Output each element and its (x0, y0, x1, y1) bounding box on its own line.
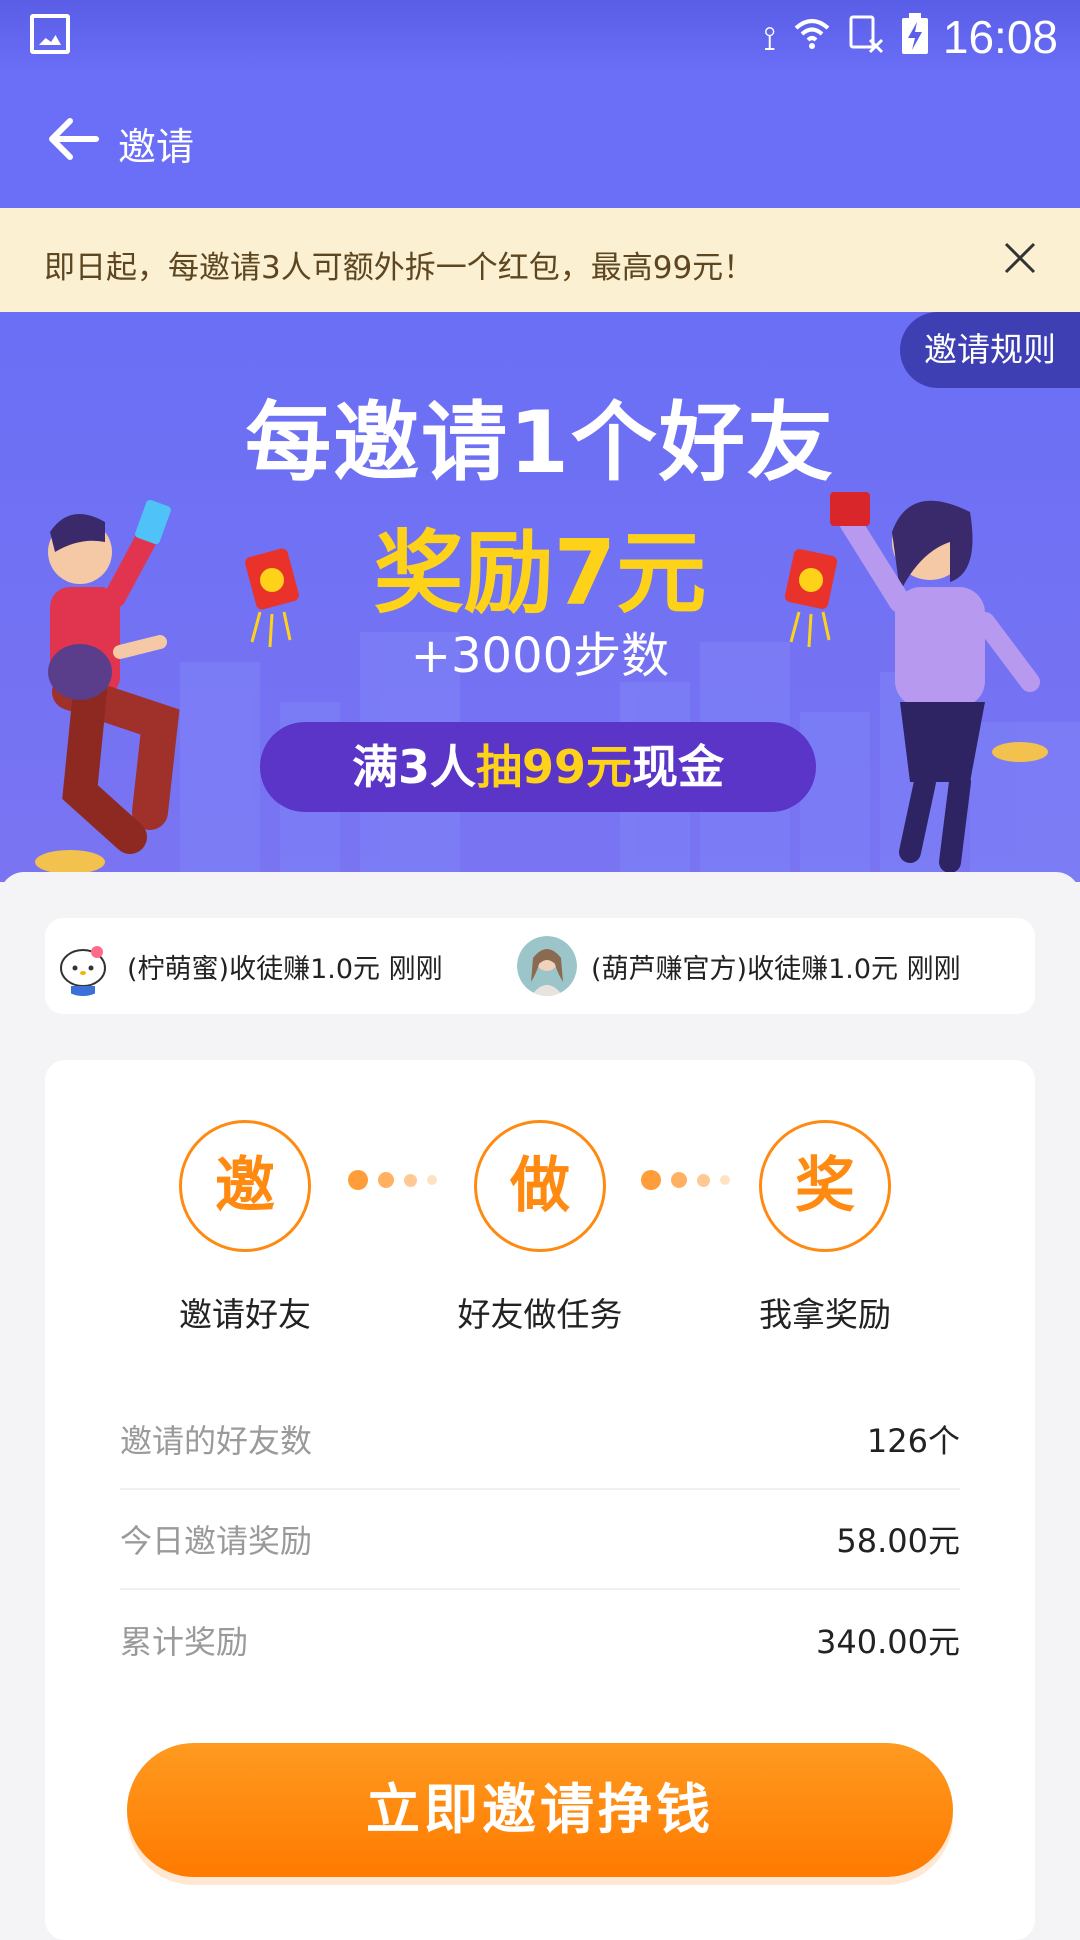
status-time: 16:08 (942, 11, 1058, 63)
step-task: 做 好友做任务 (400, 1120, 680, 1336)
wifi-icon (792, 14, 832, 63)
stat-row: 今日邀请奖励 58.00元 (120, 1490, 960, 1590)
step-reward: 奖 我拿奖励 (685, 1120, 965, 1336)
ticker-text: (葫芦赚官方)收徒赚1.0元 刚刚 (591, 953, 961, 985)
pill-prefix: 满3人 (351, 740, 476, 794)
ticker-text: (柠萌蜜)收徒赚1.0元 刚刚 (127, 953, 443, 985)
earnings-ticker: (柠萌蜜)收徒赚1.0元 刚刚 (葫芦赚官方)收徒赚1.0元 刚刚 (45, 918, 1035, 1014)
step-reward-label: 我拿奖励 (759, 1295, 891, 1334)
image-icon (30, 14, 70, 54)
notice-text: 即日起，每邀请3人可额外拆一个红包，最高99元！ (44, 250, 755, 286)
banner-headline: 每邀请1个好友 (245, 393, 835, 493)
status-bar: ⟟ 16:08 (0, 0, 1080, 70)
app-bar: 邀请 (0, 70, 1080, 208)
ticker-item: (柠萌蜜)收徒赚1.0元 刚刚 (53, 936, 443, 996)
avatar (517, 936, 577, 996)
invite-earn-button[interactable]: 立即邀请挣钱 (127, 1743, 953, 1877)
pill-highlight: 抽99元 (476, 740, 633, 794)
notice-banner: 即日起，每邀请3人可额外拆一个红包，最高99元！ (0, 208, 1080, 312)
battery-charging-icon (900, 12, 930, 65)
status-icons: ⟟ (763, 12, 930, 65)
stat-value: 126个 (866, 1422, 960, 1460)
stats-list: 邀请的好友数 126个 今日邀请奖励 58.00元 累计奖励 340.00元 (120, 1390, 960, 1690)
stat-row: 累计奖励 340.00元 (120, 1590, 960, 1690)
avatar (53, 936, 113, 996)
step-invite-label: 邀请好友 (179, 1295, 311, 1334)
vibrate-mute-icon: ⟟ (763, 18, 776, 59)
back-arrow-icon[interactable] (44, 114, 100, 164)
stat-label: 今日邀请奖励 (120, 1522, 313, 1560)
step-invite: 邀 邀请好友 (105, 1120, 385, 1336)
no-sim-icon (848, 14, 884, 63)
promo-banner: 邀请规则 每邀请1个好友 奖励7元 +3000步数 满3人抽99元现金 (0, 312, 1080, 882)
stat-row: 邀请的好友数 126个 (120, 1390, 960, 1490)
pill-suffix: 现金 (632, 740, 725, 794)
banner-steps: +3000步数 (410, 628, 670, 684)
close-icon[interactable] (1000, 238, 1040, 278)
stat-value: 58.00元 (836, 1522, 960, 1560)
page-title: 邀请 (118, 125, 195, 169)
ticker-item: (葫芦赚官方)收徒赚1.0元 刚刚 (517, 936, 961, 996)
stat-label: 累计奖励 (120, 1623, 249, 1661)
step-reward-char: 奖 (759, 1120, 891, 1252)
step-task-char: 做 (474, 1120, 606, 1252)
stat-label: 邀请的好友数 (120, 1422, 313, 1460)
step-invite-char: 邀 (179, 1120, 311, 1252)
invite-stats-card: 邀 邀请好友 做 好友做任务 奖 我拿奖励 邀请的好友数 126个 今日邀请奖励… (45, 1060, 1035, 1940)
banner-lottery-pill: 满3人抽99元现金 (260, 722, 816, 812)
footer-note (45, 1905, 1035, 1940)
banner-reward: 奖励7元 (373, 521, 707, 626)
stat-value: 340.00元 (816, 1623, 960, 1661)
step-task-label: 好友做任务 (457, 1295, 623, 1334)
